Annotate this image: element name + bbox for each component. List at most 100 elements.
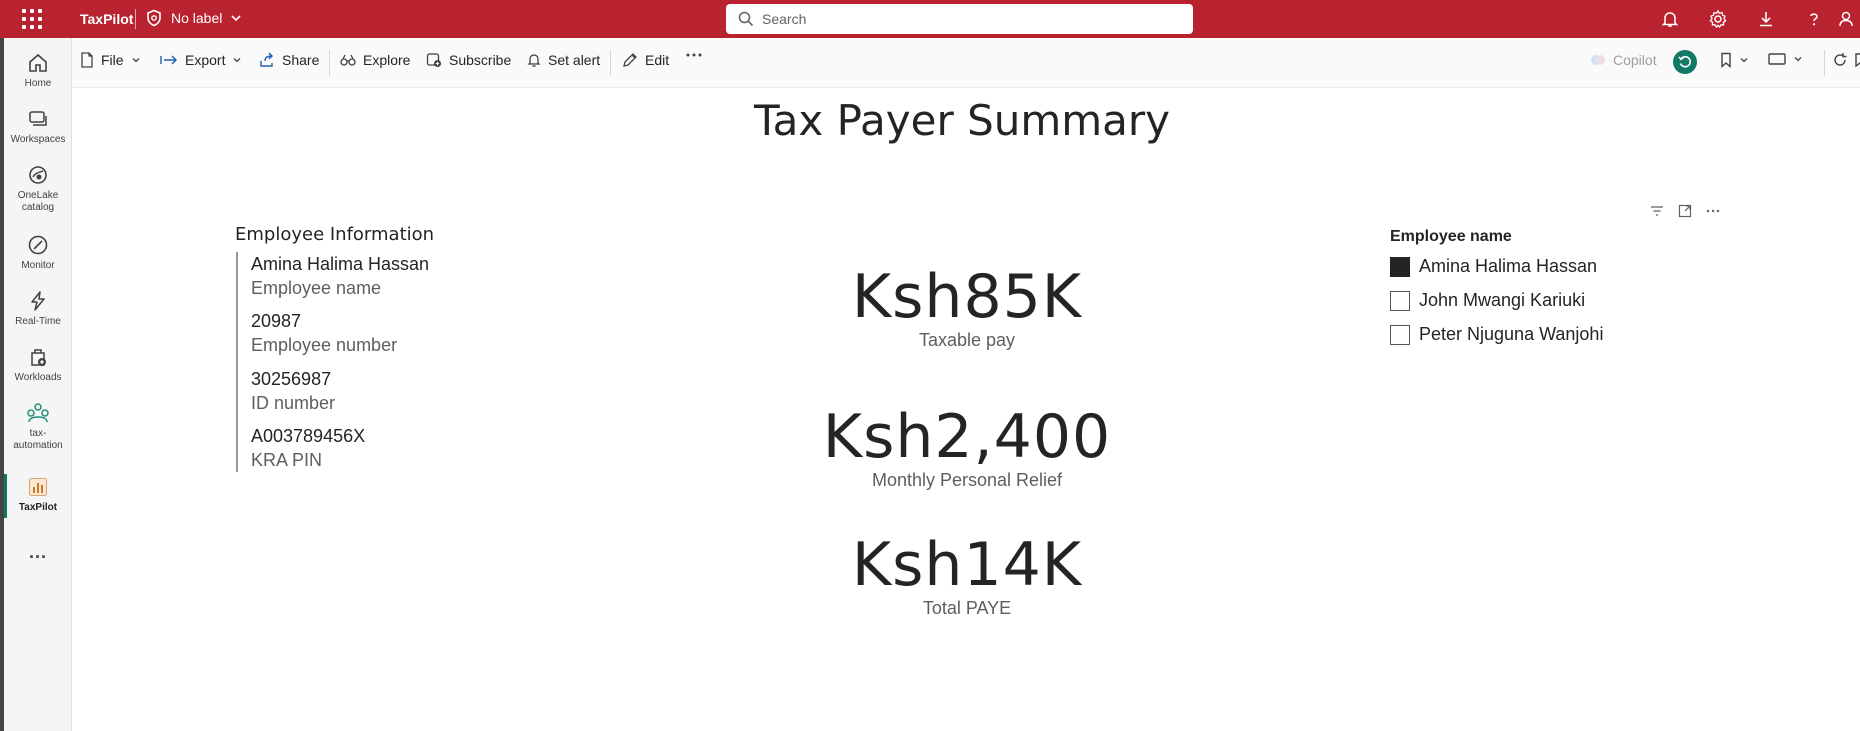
more-options-icon[interactable] [1699, 202, 1727, 220]
copilot-label: Copilot [1613, 52, 1657, 68]
view-icon [1768, 53, 1786, 65]
checkbox-unchecked[interactable] [1390, 324, 1410, 345]
toolbar-divider [1824, 50, 1825, 76]
notifications-bell-icon[interactable] [1646, 8, 1694, 30]
comment-icon [1855, 53, 1860, 68]
subscribe-icon [426, 53, 441, 67]
rail-active-indicator [4, 474, 7, 518]
search-input[interactable] [762, 11, 1162, 27]
id-number-value: 30256987 [251, 369, 332, 389]
slicer-title: Employee name [1390, 228, 1512, 245]
rail-label-taxpilot: TaxPilot [18, 502, 58, 513]
search-box[interactable] [726, 4, 1193, 34]
copilot-icon [1591, 55, 1605, 65]
toolbar-divider [329, 50, 330, 76]
kpi-value: Ksh2,400 [822, 402, 1112, 472]
export-menu-button[interactable]: Export [160, 52, 242, 68]
app-name[interactable]: TaxPilot [80, 11, 133, 27]
employee-name-value: Amina Halima Hassan [251, 254, 430, 274]
settings-gear-icon[interactable] [1694, 8, 1742, 30]
employee-info-card: Amina Halima Hassan Employee name 20987 … [236, 252, 536, 472]
file-menu-button[interactable]: File [80, 52, 141, 68]
explore-button[interactable]: Explore [340, 52, 410, 68]
header-divider [135, 9, 136, 29]
rail-label-tax-automation: tax-automation [13, 428, 63, 451]
kpi-card-monthly-personal-relief: Ksh2,400 Monthly Personal Relief [767, 404, 1167, 491]
bookmark-button[interactable] [1720, 52, 1749, 68]
rail-item-onelake-catalog[interactable]: OneLake catalog [4, 164, 72, 214]
refresh-button[interactable] [1832, 52, 1848, 68]
rail-more-button[interactable]: ... [4, 542, 72, 563]
slicer-option-label: John Mwangi Kariuki [1419, 290, 1586, 310]
share-button[interactable]: Share [259, 52, 319, 68]
more-options-button[interactable] [686, 52, 702, 58]
rail-item-workloads[interactable]: Workloads [4, 346, 72, 384]
account-icon[interactable] [1838, 8, 1860, 30]
kpi-value: Ksh85K [851, 262, 1083, 332]
rail-item-monitor[interactable]: Monitor [4, 234, 72, 272]
alert-bell-icon [527, 54, 541, 67]
checkbox-checked[interactable] [1390, 256, 1410, 277]
employee-number-label: Employee number [251, 335, 398, 355]
subscribe-button[interactable]: Subscribe [426, 52, 511, 68]
sensitivity-label-dropdown[interactable]: No label [145, 9, 242, 27]
onelake-icon [29, 166, 47, 184]
slicer-option-label: Amina Halima Hassan [1419, 256, 1598, 276]
rail-item-real-time[interactable]: Real-Time [4, 290, 72, 328]
slicer-option-label: Peter Njuguna Wanjohi [1419, 324, 1604, 344]
slicer-option[interactable]: Amina Halima Hassan [1390, 256, 1597, 277]
tax-automation-icon [27, 403, 49, 423]
more-icon: ... [28, 542, 47, 562]
reset-circle-icon [1673, 50, 1697, 74]
subscribe-label: Subscribe [449, 52, 512, 68]
bookmark-icon [1721, 52, 1731, 68]
toolbar-divider [610, 50, 611, 76]
kra-pin-label: KRA PIN [251, 450, 323, 470]
file-menu-label: File [101, 52, 124, 68]
view-menu-button[interactable] [1768, 52, 1803, 66]
chevron-down-icon [231, 15, 241, 22]
edit-label: Edit [645, 52, 670, 68]
kpi-card-total-paye: Ksh14K Total PAYE [767, 532, 1167, 619]
kra-pin-value: A003789456X [251, 426, 366, 446]
rail-item-taxpilot[interactable]: TaxPilot [4, 476, 72, 514]
kpi-value: Ksh14K [851, 530, 1083, 600]
explore-label: Explore [363, 52, 411, 68]
kpi-label: Taxable pay [918, 330, 1016, 350]
share-icon [260, 52, 273, 67]
share-label: Share [282, 52, 320, 68]
rail-label-workloads: Workloads [14, 372, 62, 383]
export-arrow-icon [160, 55, 177, 65]
search-icon [738, 11, 754, 27]
workloads-icon [31, 349, 46, 366]
filter-icon[interactable] [1643, 202, 1671, 220]
download-icon[interactable] [1742, 8, 1790, 30]
rail-item-tax-automation[interactable]: tax-automation [4, 402, 72, 452]
page-title: Tax Payer Summary [753, 96, 1171, 145]
slicer-option[interactable]: John Mwangi Kariuki [1390, 290, 1585, 311]
set-alert-button[interactable]: Set alert [527, 52, 600, 68]
id-number-label: ID number [251, 393, 336, 413]
checkbox-unchecked[interactable] [1390, 290, 1410, 311]
copilot-button[interactable]: Copilot [1590, 52, 1657, 68]
set-alert-label: Set alert [548, 52, 601, 68]
rail-label-real-time: Real-Time [15, 316, 61, 327]
more-horizontal-icon [686, 53, 702, 57]
shield-icon [147, 9, 161, 27]
employee-number-value: 20987 [251, 311, 302, 331]
refresh-visuals-button[interactable] [1673, 50, 1697, 74]
real-time-icon [31, 291, 45, 311]
slicer-option[interactable]: Peter Njuguna Wanjohi [1390, 324, 1603, 345]
rail-item-home[interactable]: Home [4, 52, 72, 90]
report-toolbar: File Export Share Explore Subscribe Set … [72, 38, 1860, 88]
rail-label-monitor: Monitor [21, 260, 55, 271]
help-icon[interactable] [1790, 8, 1838, 30]
employee-card-title: Employee Information [235, 224, 435, 245]
comment-button[interactable] [1854, 52, 1860, 68]
report-icon [29, 478, 47, 496]
edit-button[interactable]: Edit [622, 52, 669, 68]
kpi-card-taxable-pay: Ksh85K Taxable pay [767, 264, 1167, 351]
export-menu-label: Export [185, 52, 226, 68]
app-launcher-icon[interactable] [22, 9, 42, 29]
focus-mode-icon[interactable] [1671, 202, 1699, 220]
